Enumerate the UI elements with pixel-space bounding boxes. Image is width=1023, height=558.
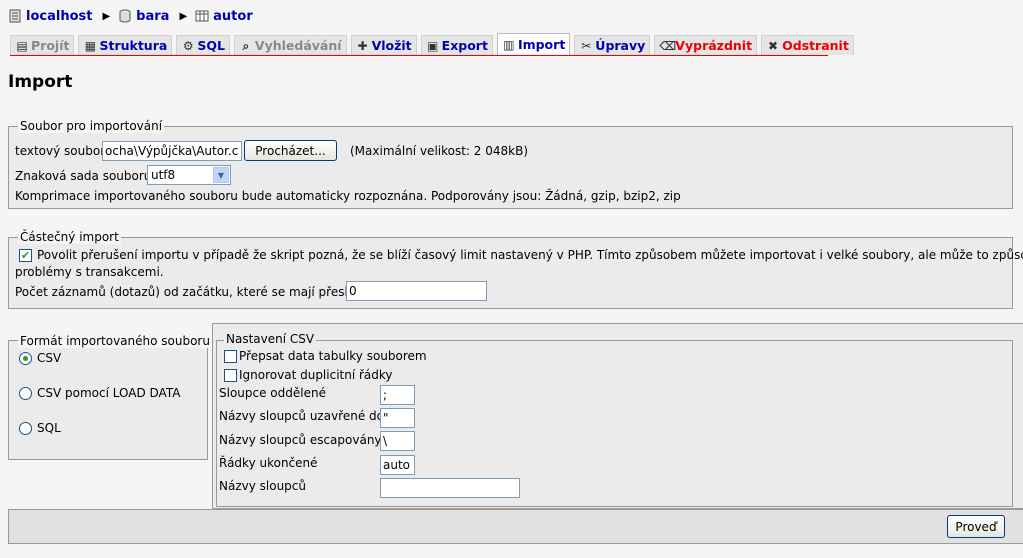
tab-label: Vložit	[371, 38, 412, 53]
tab-label: Import	[517, 37, 566, 52]
chevron-down-icon: ▼	[213, 167, 229, 183]
tab-1[interactable]: ▦ Struktura	[78, 35, 173, 55]
import-icon: ▥	[503, 37, 515, 52]
table-icon	[195, 10, 209, 22]
separator-input[interactable]	[380, 385, 415, 405]
replace-checkbox[interactable]	[224, 350, 237, 363]
breadcrumb-table-label: autor	[213, 8, 253, 24]
tab-2[interactable]: ⚙ SQL	[176, 35, 230, 55]
database-icon	[119, 9, 131, 23]
column-names-input[interactable]	[380, 478, 520, 498]
operations-icon: ✂	[581, 38, 592, 53]
skip-input[interactable]	[346, 281, 487, 301]
submit-bar	[8, 509, 1023, 544]
terminated-input[interactable]	[380, 455, 415, 475]
tab-label: Projít	[31, 38, 70, 53]
insert-icon: ✚	[357, 38, 368, 53]
ignore-duplicates-checkbox[interactable]	[224, 369, 237, 382]
file-input[interactable]	[102, 141, 242, 161]
format-sql-radio[interactable]	[19, 422, 32, 435]
partial-legend: Částečný import	[18, 230, 121, 244]
format-load-data-radio[interactable]	[19, 387, 32, 400]
tab-bar: ▤ Projít ▦ Struktura ⚙ SQL ⌕ Vyhledávání ✚ Vložit…	[10, 33, 854, 56]
tab-label: Struktura	[99, 38, 168, 53]
ignore-duplicates-label: Ignorovat duplicitní řádky	[239, 368, 393, 382]
submit-button[interactable]: Proveď	[947, 515, 1005, 538]
replace-label: Přepsat data tabulky souborem	[239, 349, 427, 363]
format-legend: Formát importovaného souboru	[18, 334, 212, 348]
enclosed-label: Názvy sloupců uzavřené do	[219, 409, 384, 423]
csv-fieldset	[216, 340, 1013, 507]
tab-label: Odstranit	[782, 38, 849, 53]
charset-value: utf8	[151, 168, 176, 182]
csv-legend: Nastavení CSV	[224, 332, 317, 346]
page-title: Import	[8, 72, 73, 92]
breadcrumb-server[interactable]: localhost	[8, 9, 92, 24]
format-csv-label[interactable]: CSV	[37, 351, 61, 365]
column-names-label: Názvy sloupců	[219, 479, 306, 493]
structure-icon: ▦	[84, 38, 97, 53]
export-icon: ▣	[426, 38, 439, 53]
tab-label: Vyhledávání	[254, 38, 342, 53]
format-load-data-label[interactable]: CSV pomocí LOAD DATA	[37, 386, 180, 400]
breadcrumb-table[interactable]: autor	[195, 9, 253, 24]
breadcrumb-database[interactable]: bara	[118, 9, 169, 24]
tab-7[interactable]: ✂ Úpravy	[574, 35, 651, 55]
browse-icon: ▤	[16, 38, 28, 53]
sql-icon: ⚙	[182, 38, 194, 53]
tab-label: Vyprázdnit	[675, 38, 753, 53]
browse-button[interactable]: Procházet...	[244, 140, 337, 161]
allow-interrupt-label-cont: problémy s transakcemi.	[15, 265, 164, 279]
search-icon: ⌕	[242, 38, 250, 53]
terminated-label: Řádky ukončené	[219, 456, 318, 470]
tab-5[interactable]: ▣ Export	[420, 35, 493, 55]
separator-label: Sloupce oddělené	[219, 386, 326, 400]
format-sql-label[interactable]: SQL	[37, 421, 61, 435]
tab-label: Export	[441, 38, 488, 53]
tab-3[interactable]: ⌕ Vyhledávání	[233, 35, 347, 55]
skip-label: Počet záznamů (dotazů) od začátku, které…	[15, 285, 373, 299]
enclosed-input[interactable]	[380, 408, 415, 428]
tab-4[interactable]: ✚ Vložit	[350, 35, 417, 55]
tab-label: Úpravy	[595, 38, 646, 53]
charset-select[interactable]: utf8 ▼	[147, 165, 231, 185]
tab-6[interactable]: ▥ Import	[496, 33, 571, 55]
tab-label: SQL	[197, 38, 225, 53]
breadcrumb-arrow-icon: ▶	[179, 10, 188, 22]
server-icon	[9, 9, 21, 23]
file-legend: Soubor pro importování	[18, 119, 165, 133]
breadcrumb-database-label: bara	[136, 8, 170, 24]
max-size-text: (Maximální velikost: 2 048kB)	[350, 144, 529, 158]
breadcrumb-arrow-icon: ▶	[102, 10, 111, 22]
breadcrumb-server-label: localhost	[26, 8, 93, 24]
tab-9[interactable]: ✖ Odstranit	[761, 35, 854, 55]
breadcrumb: localhost ▶ bara ▶ autor	[8, 7, 257, 25]
escaped-label: Názvy sloupců escapovány	[219, 433, 382, 447]
tab-8[interactable]: ⌫ Vyprázdnit	[654, 35, 758, 55]
tab-0[interactable]: ▤ Projít	[10, 35, 75, 55]
charset-label: Znaková sada souboru:	[15, 169, 156, 183]
format-csv-radio[interactable]	[19, 352, 32, 365]
file-label: textový soubor	[15, 144, 106, 158]
allow-interrupt-checkbox[interactable]: ✔	[19, 249, 32, 262]
allow-interrupt-label: Povolit přerušení importu v případě že s…	[37, 248, 1023, 262]
drop-icon: ✖	[768, 38, 779, 53]
empty-icon: ⌫	[659, 38, 677, 53]
compression-note: Komprimace importovaného souboru bude au…	[15, 189, 681, 203]
escaped-input[interactable]	[380, 431, 415, 451]
